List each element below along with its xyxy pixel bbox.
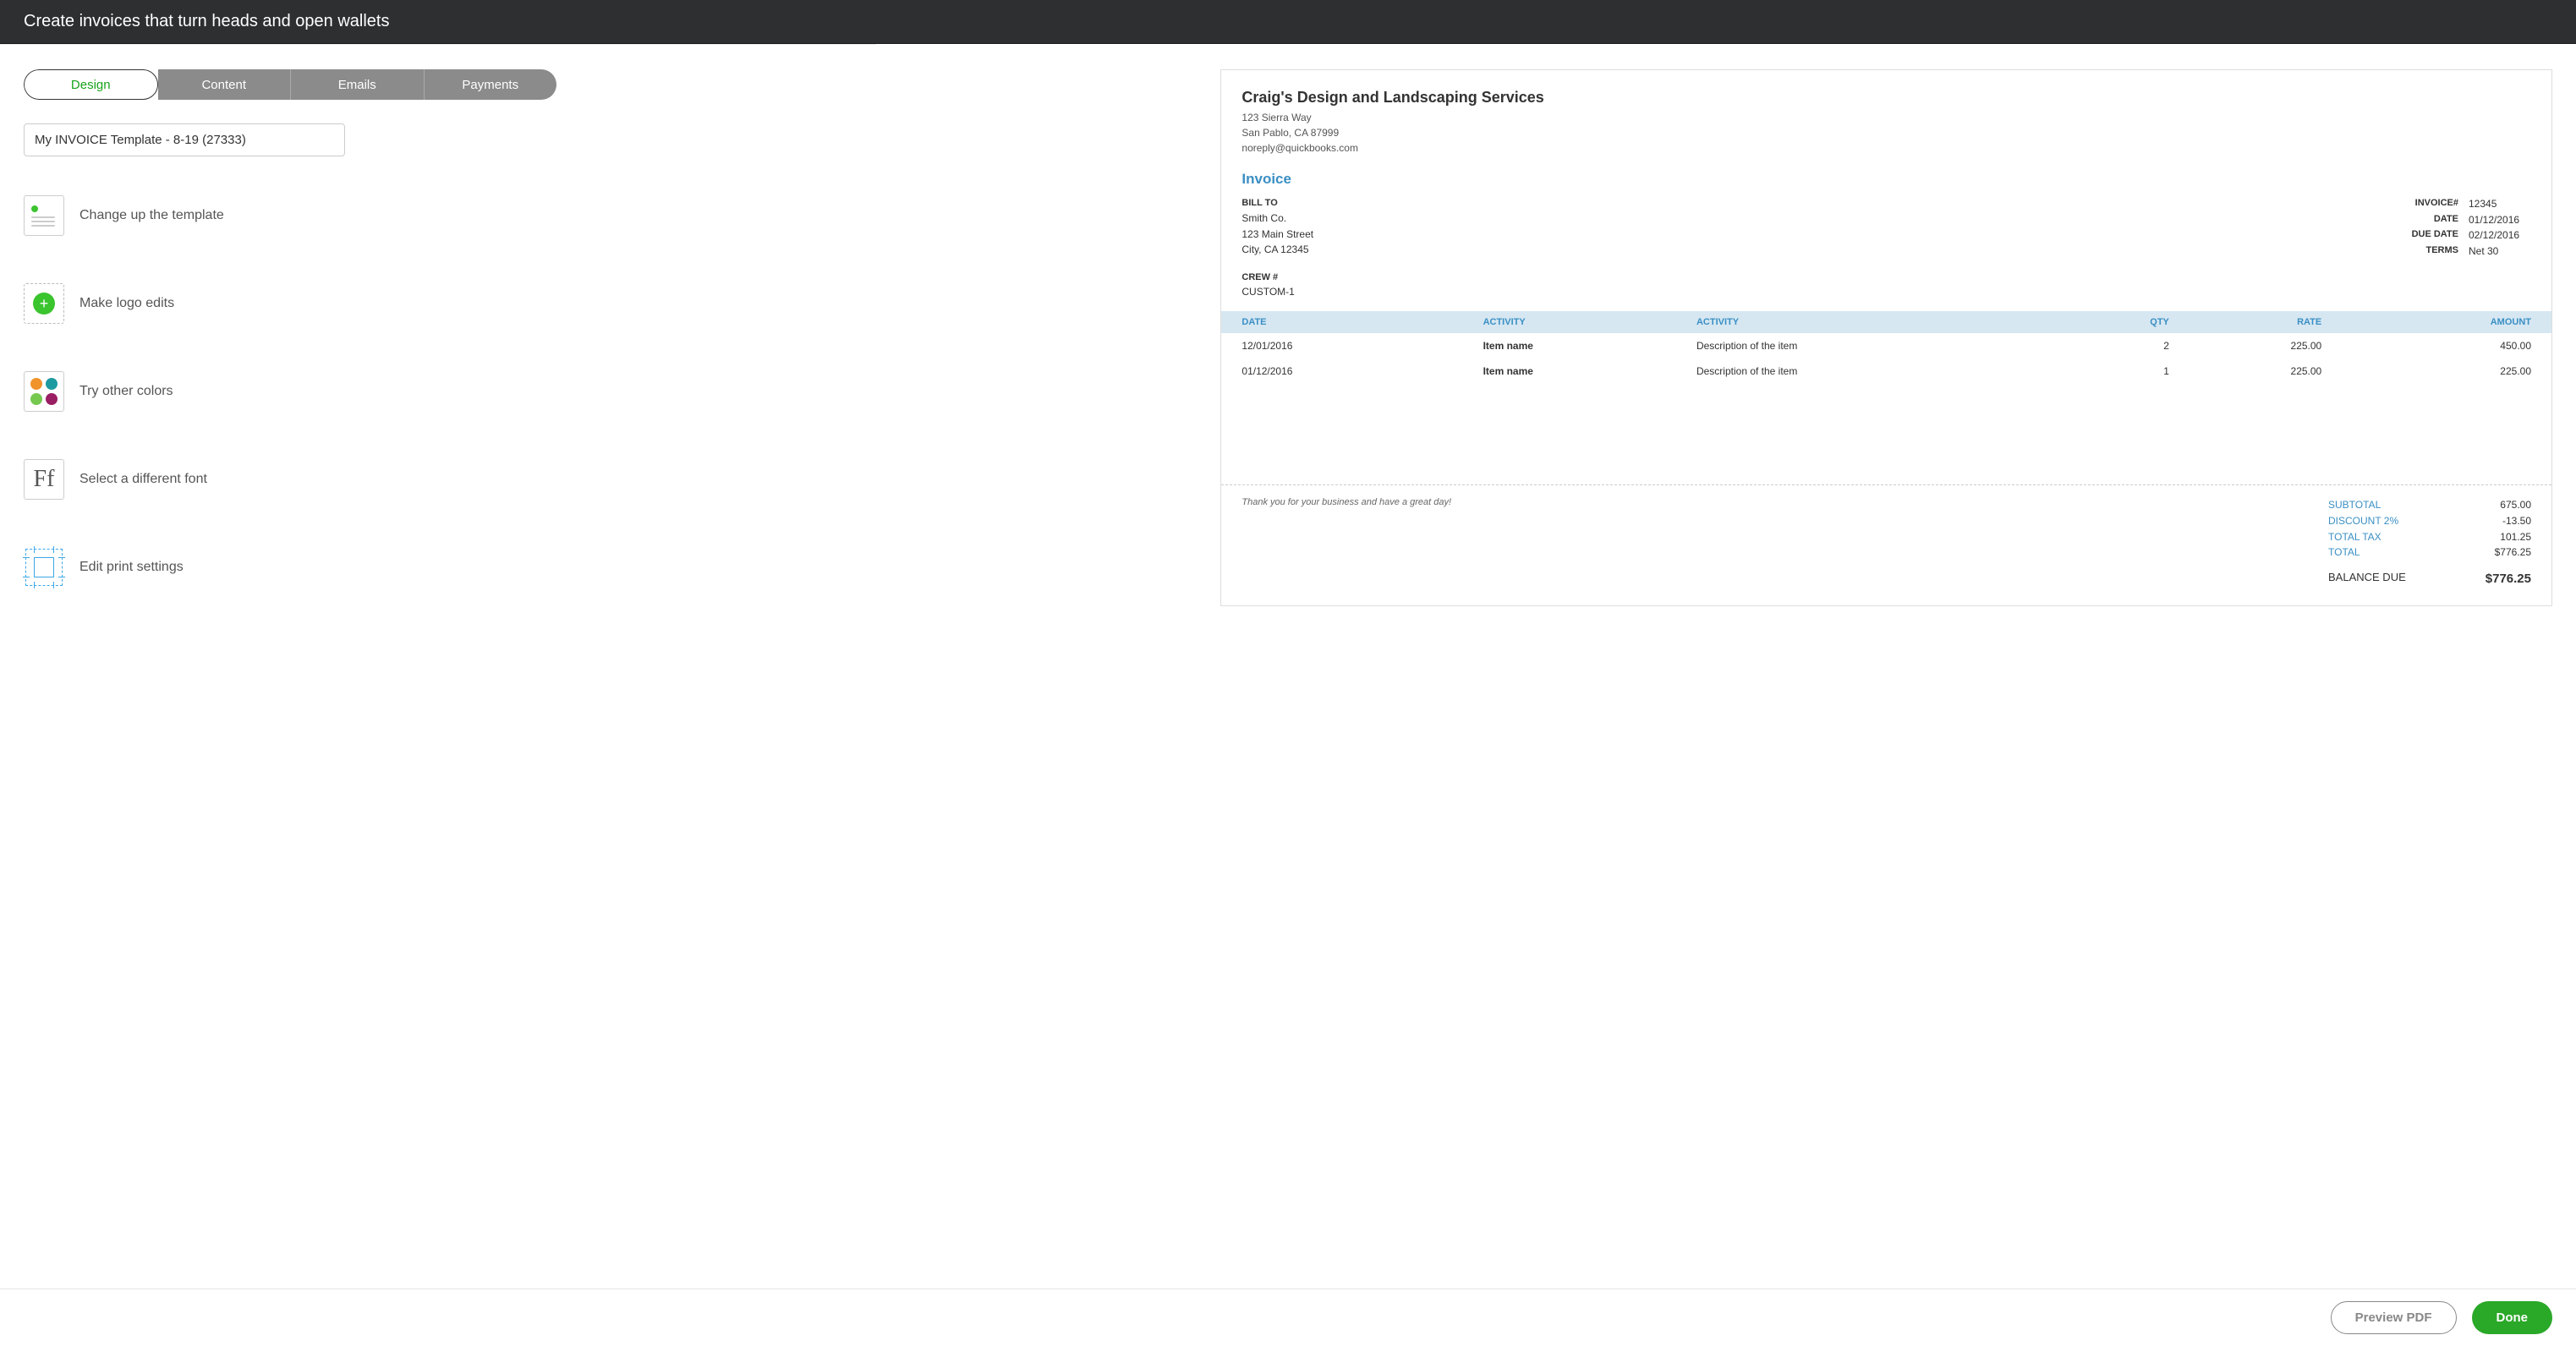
bill-to-block: BILL TO Smith Co. 123 Main Street City, … <box>1241 196 1313 259</box>
invoice-meta: INVOICE#12345 DATE01/12/2016 DUE DATE02/… <box>2399 196 2531 259</box>
option-label: Select a different font <box>79 472 207 487</box>
done-button[interactable]: Done <box>2472 1301 2553 1334</box>
table-row: 01/12/2016 Item name Description of the … <box>1221 358 2551 384</box>
page-title: Create invoices that turn heads and open… <box>24 12 390 30</box>
invoice-preview: Craig's Design and Landscaping Services … <box>1220 69 2552 606</box>
add-logo-icon: + <box>24 283 64 324</box>
tab-design[interactable]: Design <box>24 69 158 100</box>
tab-bar: Design Content Emails Payments <box>24 69 556 100</box>
option-logo-edits[interactable]: + Make logo edits <box>24 283 1187 324</box>
spacer <box>1221 384 2551 485</box>
crew-label: CREW # <box>1241 272 2531 282</box>
company-address: 123 Sierra Way San Pablo, CA 87999 norep… <box>1241 110 2531 156</box>
font-icon: Ff <box>24 459 64 500</box>
tab-payments[interactable]: Payments <box>425 69 557 100</box>
option-label: Make logo edits <box>79 296 174 311</box>
col-activity-desc: ACTIVITY <box>1688 311 2063 333</box>
line-items-table: DATE ACTIVITY ACTIVITY QTY RATE AMOUNT 1… <box>1221 311 2551 384</box>
footer-bar: Preview PDF Done <box>0 1289 2576 1346</box>
option-label: Edit print settings <box>79 560 184 575</box>
crew-value: CUSTOM-1 <box>1241 286 2531 298</box>
totals-block: SUBTOTAL675.00 DISCOUNT 2%-13.50 TOTAL T… <box>2328 497 2531 588</box>
print-margins-icon <box>24 547 64 588</box>
tab-content[interactable]: Content <box>158 69 292 100</box>
template-icon <box>24 195 64 236</box>
option-label: Try other colors <box>79 384 173 399</box>
document-title: Invoice <box>1241 171 2531 188</box>
template-name-input[interactable] <box>24 123 345 156</box>
preview-pdf-button[interactable]: Preview PDF <box>2331 1301 2457 1334</box>
option-change-template[interactable]: Change up the template <box>24 195 1187 236</box>
option-print-settings[interactable]: Edit print settings <box>24 547 1187 588</box>
page-header: Create invoices that turn heads and open… <box>0 0 2576 44</box>
tab-emails[interactable]: Emails <box>291 69 425 100</box>
option-label: Change up the template <box>79 208 224 223</box>
color-palette-icon <box>24 371 64 412</box>
option-fonts[interactable]: Ff Select a different font <box>24 459 1187 500</box>
col-date: DATE <box>1221 311 1474 333</box>
company-name: Craig's Design and Landscaping Services <box>1241 89 2531 107</box>
thank-you-note: Thank you for your business and have a g… <box>1241 497 1451 588</box>
col-amount: AMOUNT <box>2330 311 2551 333</box>
col-rate: RATE <box>2178 311 2330 333</box>
option-colors[interactable]: Try other colors <box>24 371 1187 412</box>
table-row: 12/01/2016 Item name Description of the … <box>1221 333 2551 358</box>
col-qty: QTY <box>2063 311 2178 333</box>
col-activity: ACTIVITY <box>1475 311 1688 333</box>
